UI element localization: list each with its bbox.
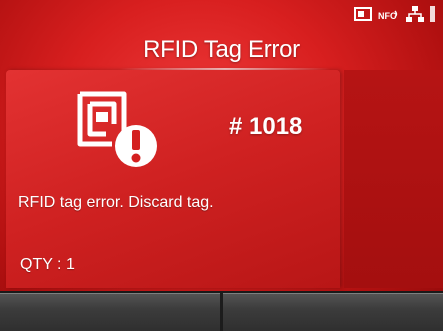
printer-screen: NFC RFID Tag Error # 1018 RFID tag error… xyxy=(0,0,443,331)
sd-card-icon xyxy=(354,7,372,21)
status-bar: NFC xyxy=(354,4,435,24)
battery-icon xyxy=(430,6,435,22)
softkey-bar xyxy=(0,291,443,331)
quantity-label: QTY : 1 xyxy=(20,256,75,273)
error-number: # 1018 xyxy=(229,113,303,140)
error-message: RFID tag error. Discard tag. xyxy=(18,194,214,211)
nfc-icon: NFC xyxy=(378,7,400,21)
error-panel: # 1018 RFID tag error. Discard tag. QTY … xyxy=(6,70,340,288)
title-bar: RFID Tag Error xyxy=(0,30,443,70)
softkey-left[interactable] xyxy=(0,293,220,331)
network-icon xyxy=(406,6,424,22)
side-panel xyxy=(344,70,443,288)
softkey-right[interactable] xyxy=(220,293,443,331)
svg-text:NFC: NFC xyxy=(378,11,397,21)
page-title: RFID Tag Error xyxy=(143,36,300,63)
rfid-tag-error-icon xyxy=(66,84,172,172)
